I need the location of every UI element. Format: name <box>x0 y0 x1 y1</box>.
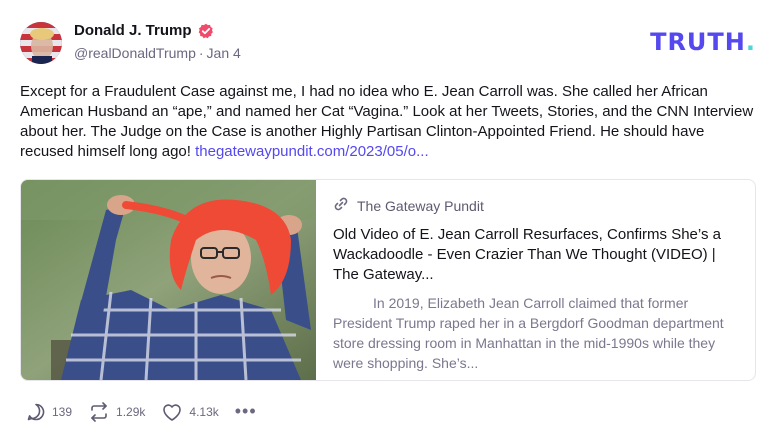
verified-badge-icon <box>198 23 214 39</box>
link-preview-body: The Gateway Pundit Old Video of E. Jean … <box>333 196 739 373</box>
author-display-name[interactable]: Donald J. Trump <box>74 22 192 39</box>
avatar[interactable] <box>20 22 62 64</box>
reply-icon <box>26 402 46 422</box>
like-count: 4.13k <box>189 404 219 419</box>
link-icon <box>333 196 349 215</box>
reply-button[interactable]: 139 <box>26 402 72 422</box>
reply-count: 139 <box>52 404 73 419</box>
author-handle[interactable]: @realDonaldTrump <box>74 45 196 61</box>
logo-text: TRUTH <box>650 28 746 56</box>
link-preview-card[interactable]: The Gateway Pundit Old Video of E. Jean … <box>20 179 756 381</box>
link-title: Old Video of E. Jean Carroll Resurfaces,… <box>333 226 721 283</box>
more-options-icon[interactable]: ••• <box>235 401 257 422</box>
truth-social-logo[interactable]: TRUTH. <box>650 28 756 56</box>
post-actions: 139 1.29k 4.13k ••• <box>26 401 257 422</box>
link-description: In 2019, Elizabeth Jean Carroll claimed … <box>333 295 724 371</box>
retruth-icon <box>88 401 110 422</box>
post-link[interactable]: thegatewaypundit.com/2023/05/o... <box>195 143 429 160</box>
like-button[interactable]: 4.13k <box>161 402 219 422</box>
link-site-row: The Gateway Pundit <box>333 196 739 215</box>
truth-post: Donald J. Trump @realDonaldTrump · Jan 4 T… <box>0 0 777 444</box>
author-meta: @realDonaldTrump · Jan 4 <box>74 45 241 61</box>
meta-separator: · <box>198 45 204 61</box>
author-name-row: Donald J. Trump <box>74 22 214 39</box>
retruth-button[interactable]: 1.29k <box>88 401 146 422</box>
logo-period: . <box>745 28 756 56</box>
heart-icon <box>161 402 183 422</box>
link-site-name: The Gateway Pundit <box>357 197 484 214</box>
post-body: Except for a Fraudulent Case against me,… <box>20 82 755 162</box>
post-date[interactable]: Jan 4 <box>207 45 241 61</box>
retruth-count: 1.29k <box>116 404 146 419</box>
avatar-image <box>20 22 62 64</box>
link-preview-image <box>21 180 316 380</box>
